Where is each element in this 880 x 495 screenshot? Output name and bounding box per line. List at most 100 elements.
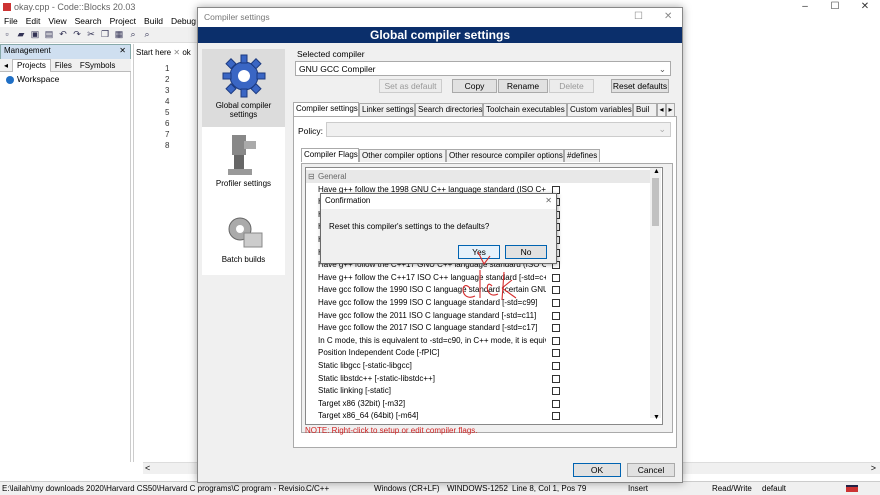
tab-defines[interactable]: #defines <box>564 149 600 162</box>
close-button[interactable]: ✕ <box>850 0 880 15</box>
line-number: 2 <box>165 75 170 84</box>
status-language: C/C++ <box>306 484 330 493</box>
workspace-item[interactable]: Workspace <box>6 74 59 84</box>
scroll-down-icon[interactable]: ▼ <box>653 414 660 421</box>
category-profiler[interactable]: Profiler settings <box>202 131 285 201</box>
tab-toolchain-executables[interactable]: Toolchain executables <box>483 103 567 116</box>
policy-label: Policy: <box>298 126 324 136</box>
mgmt-tab-left-arrow-icon[interactable]: ◂ <box>0 60 12 72</box>
flag-checkbox[interactable] <box>552 311 560 320</box>
menu-project[interactable]: Project <box>106 15 140 27</box>
reset-defaults-button[interactable]: Reset defaults <box>611 79 669 93</box>
copy-button[interactable]: Copy <box>452 79 497 93</box>
category-label: Profiler settings <box>215 179 272 188</box>
cancel-button[interactable]: Cancel <box>627 463 675 477</box>
scrollbar-thumb[interactable] <box>652 178 659 226</box>
category-batch-builds[interactable]: Batch builds <box>202 209 285 275</box>
menu-file[interactable]: File <box>0 15 22 27</box>
undo-icon[interactable]: ↶ <box>57 29 69 40</box>
flag-row[interactable]: In C mode, this is equivalent to -std=c9… <box>306 334 650 347</box>
tab-compiler-settings[interactable]: Compiler settings <box>293 102 359 116</box>
flag-checkbox[interactable] <box>552 374 560 383</box>
tab-files[interactable]: Files <box>51 60 76 72</box>
tab-scroll-right-icon[interactable]: ▸ <box>666 103 675 116</box>
flag-checkbox[interactable] <box>552 412 560 421</box>
editor-area[interactable] <box>133 44 203 462</box>
scroll-left-icon[interactable]: < <box>145 463 150 473</box>
chevron-down-icon: ⌄ <box>658 64 666 74</box>
tab-compiler-flags[interactable]: Compiler Flags <box>301 148 359 162</box>
category-global-compiler[interactable]: Global compiler settings <box>202 49 285 127</box>
replace-icon[interactable]: ⌕ <box>141 29 153 40</box>
menu-debug[interactable]: Debug <box>167 15 200 27</box>
menu-view[interactable]: View <box>44 15 70 27</box>
set-as-default-button[interactable]: Set as default <box>379 79 442 93</box>
menu-edit[interactable]: Edit <box>22 15 45 27</box>
policy-select[interactable]: ⌄ <box>326 122 671 137</box>
flag-checkbox[interactable] <box>552 399 560 408</box>
new-file-icon[interactable]: ▫ <box>1 29 13 40</box>
flag-row[interactable]: Static libstdc++ [-static-libstdc++] <box>306 372 650 385</box>
flag-checkbox[interactable] <box>552 387 560 396</box>
open-folder-icon[interactable]: ▰ <box>15 29 27 40</box>
toolbar: ▫ ▰ ▣ ▤ ↶ ↷ ✂ ❐ ▦ ⌕ ⌕ <box>0 27 200 43</box>
flag-row[interactable]: Target x86 (32bit) [-m32] <box>306 397 650 410</box>
flag-row[interactable]: Static libgcc [-static-libgcc] <box>306 359 650 372</box>
flag-group-header[interactable]: ⊟ General <box>306 170 650 183</box>
paste-icon[interactable]: ▦ <box>113 29 125 40</box>
maximize-button[interactable]: ☐ <box>820 0 850 15</box>
dialog-title: Compiler settings <box>204 12 270 22</box>
flag-checkbox[interactable] <box>552 349 560 358</box>
flag-checkbox[interactable] <box>552 286 560 295</box>
dialog-close-icon[interactable]: ✕ <box>664 11 672 22</box>
save-all-icon[interactable]: ▤ <box>43 29 55 40</box>
codeblocks-app-icon <box>3 3 11 11</box>
tab-fsymbols[interactable]: FSymbols <box>76 60 120 72</box>
flag-checkbox[interactable] <box>552 299 560 307</box>
confirmation-title-bar: Confirmation ✕ <box>321 194 556 209</box>
compiler-subtabs: Compiler Flags Other compiler options Ot… <box>301 148 673 163</box>
scroll-up-icon[interactable]: ▲ <box>653 168 660 175</box>
flag-row[interactable]: Have gcc follow the 2017 ISO C language … <box>306 321 650 334</box>
dialog-maximize-icon[interactable]: ☐ <box>634 11 643 22</box>
flag-checkbox[interactable] <box>552 273 560 282</box>
management-close-icon[interactable]: ✕ <box>119 46 126 55</box>
flag-row[interactable]: Position Independent Code [-fPIC] <box>306 346 650 359</box>
flag-row[interactable]: Have gcc follow the 2011 ISO C language … <box>306 309 650 322</box>
tab-scroll-left-icon[interactable]: ◂ <box>657 103 666 116</box>
delete-button[interactable]: Delete <box>549 79 594 93</box>
flag-row[interactable]: Target x86_64 (64bit) [-m64] <box>306 409 650 422</box>
flag-row[interactable]: Static linking [-static] <box>306 384 650 397</box>
tab-projects[interactable]: Projects <box>12 59 51 72</box>
menu-search[interactable]: Search <box>71 15 106 27</box>
rename-button[interactable]: Rename <box>498 79 548 93</box>
flags-note: NOTE: Right-click to setup or edit compi… <box>305 426 478 435</box>
find-icon[interactable]: ⌕ <box>127 29 139 40</box>
tab-start-here[interactable]: Start here <box>136 48 171 57</box>
compiler-select[interactable]: GNU GCC Compiler ⌄ <box>295 61 671 76</box>
tab-other-resource-options[interactable]: Other resource compiler options <box>446 149 564 162</box>
tab-close-icon[interactable]: ✕ <box>173 48 180 57</box>
tab-other-compiler-options[interactable]: Other compiler options <box>359 149 446 162</box>
profiler-icon <box>227 135 256 175</box>
collapse-icon[interactable]: ⊟ <box>308 170 315 183</box>
save-icon[interactable]: ▣ <box>29 29 41 40</box>
tab-linker-settings[interactable]: Linker settings <box>359 103 415 116</box>
compiler-select-value: GNU GCC Compiler <box>299 64 376 74</box>
flag-checkbox[interactable] <box>552 362 560 370</box>
ok-button[interactable]: OK <box>573 463 621 477</box>
status-eol: Windows (CR+LF) <box>374 484 440 493</box>
tab-okay-cpp[interactable]: ok <box>182 48 190 57</box>
redo-icon[interactable]: ↷ <box>71 29 83 40</box>
copy-icon[interactable]: ❐ <box>99 29 111 40</box>
minimize-button[interactable]: – <box>790 0 820 15</box>
flag-checkbox[interactable] <box>552 324 560 333</box>
confirmation-close-icon[interactable]: ✕ <box>545 196 552 205</box>
tab-custom-variables[interactable]: Custom variables <box>567 103 633 116</box>
scroll-right-icon[interactable]: > <box>871 463 876 473</box>
cut-icon[interactable]: ✂ <box>85 29 97 40</box>
flag-checkbox[interactable] <box>552 336 560 345</box>
menu-build[interactable]: Build <box>140 15 167 27</box>
tab-build-options[interactable]: Buil <box>633 103 657 116</box>
tab-search-directories[interactable]: Search directories <box>415 103 483 116</box>
